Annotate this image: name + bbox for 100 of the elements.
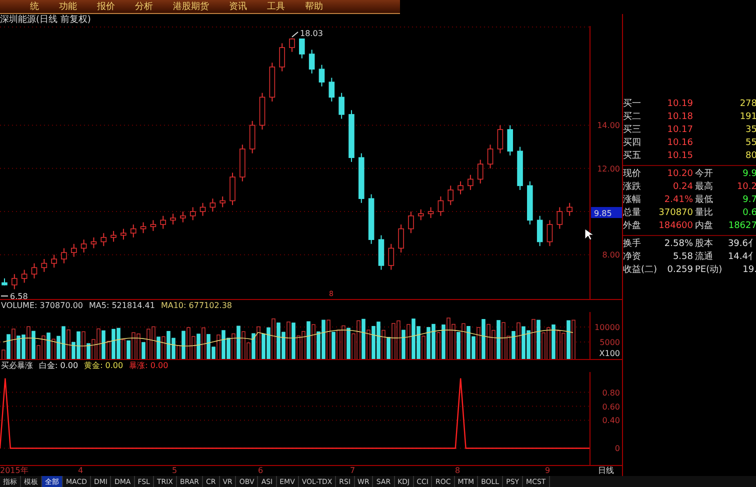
bid-volume: 35 <box>744 124 756 137</box>
current-price-tag: 9.85 <box>591 207 622 218</box>
volume-reading: MA10: 677102.38 <box>160 300 232 312</box>
stat-label: 最高 <box>694 181 714 194</box>
candlestick <box>31 262 38 279</box>
candlestick <box>220 196 226 208</box>
menu-item[interactable]: 资讯 <box>229 0 247 12</box>
stat-value: 14.4亻 <box>726 251 756 264</box>
menu-item[interactable]: 功能 <box>59 0 77 12</box>
candlestick <box>80 239 87 254</box>
candlestick <box>428 206 434 219</box>
candlestick <box>200 202 206 216</box>
stat-value: 18627 <box>727 220 756 233</box>
stat-label: 内盘 <box>694 220 714 233</box>
candlestick <box>279 42 285 72</box>
date-label: 4 <box>78 466 84 475</box>
stat-label: 涨幅 <box>623 194 642 207</box>
candlestick <box>546 220 553 247</box>
candlestick <box>110 230 116 242</box>
candlestick <box>210 198 216 212</box>
bid-label: 买四 <box>623 137 642 150</box>
chart-title: 深圳能源(日线 前复权) <box>0 14 92 26</box>
candlestick <box>527 180 533 225</box>
candlestick <box>408 211 414 234</box>
candlestick <box>487 144 494 169</box>
axis-label: 14.00 <box>597 121 620 130</box>
stat-label: 收益(二) <box>623 264 658 277</box>
stat-value: 10.2 <box>736 181 756 194</box>
menu-item[interactable]: 统 <box>30 0 39 12</box>
candlestick <box>418 208 424 221</box>
candlestick <box>150 220 156 232</box>
stat-value: 9.9 <box>742 168 756 181</box>
candlestick <box>249 120 256 154</box>
candlestick <box>566 202 572 216</box>
stat-label: 总量 <box>623 207 642 220</box>
axis-label: 5000 <box>600 338 620 347</box>
axis-label: 10000 <box>594 323 620 332</box>
candlestick <box>338 92 344 120</box>
menu-item[interactable]: 分析 <box>135 0 153 12</box>
stat-label: 股本 <box>694 238 714 251</box>
stat-label: 今开 <box>694 168 714 181</box>
candlestick <box>240 144 246 182</box>
candlestick <box>556 206 563 230</box>
candlestick <box>299 38 305 59</box>
stat-value: 2.41% <box>663 194 693 207</box>
stat-label: PE(动) <box>694 264 722 277</box>
stat-value: 0.259 <box>666 264 693 277</box>
period-label: 日线 <box>598 466 614 475</box>
candlestick <box>448 185 454 206</box>
candlestick <box>180 211 186 223</box>
stat-value: 19. <box>742 264 756 277</box>
volume-reading: MA5: 521814.41 <box>89 300 155 312</box>
candlestick <box>368 194 374 244</box>
axis-label: 0 <box>614 444 620 454</box>
date-label: 2015年 <box>0 466 28 475</box>
stat-value: 2.58% <box>663 238 693 251</box>
axis-label: 0.80 <box>602 388 620 398</box>
candlestick <box>12 274 18 290</box>
stat-label: 涨跌 <box>623 181 642 194</box>
candlestick <box>90 236 97 249</box>
menu-item[interactable]: 工具 <box>267 0 285 12</box>
bid-price: 10.19 <box>666 98 693 111</box>
candlestick <box>120 228 126 240</box>
candlestick <box>61 248 67 264</box>
stat-value: 0.24 <box>672 181 693 194</box>
date-label: 5 <box>172 466 178 475</box>
candlestick <box>41 258 48 272</box>
menu-item[interactable]: 港股期货 <box>173 0 209 12</box>
candlestick <box>100 232 107 247</box>
date-label: 9 <box>545 466 550 475</box>
bid-price: 10.18 <box>666 111 693 124</box>
stat-value: 5.58 <box>672 251 693 264</box>
stat-value: 39.6亻 <box>726 238 756 251</box>
stat-label: 净资 <box>623 251 642 264</box>
menu-item[interactable]: 报价 <box>97 0 115 12</box>
date-label: 8 <box>455 466 460 475</box>
candlestick <box>517 146 523 190</box>
candlestick <box>507 124 513 156</box>
candlestick <box>289 38 295 52</box>
low-price-label: 6.58 <box>0 292 28 300</box>
high-price-label: 18.03 <box>292 29 323 38</box>
indicator-reading: 暴涨: 0.00 <box>129 360 168 372</box>
candlestick <box>328 77 335 102</box>
cursor-icon <box>584 228 594 240</box>
candlestick <box>160 215 166 230</box>
candlestick <box>21 269 28 284</box>
date-label: 6 <box>258 466 264 475</box>
stat-value: 9.7 <box>742 194 756 207</box>
candlestick <box>468 174 474 190</box>
bid-volume: 278 <box>738 98 756 111</box>
candlestick <box>269 62 276 102</box>
stat-value: 370870 <box>658 207 693 220</box>
axis-label: 12.00 <box>597 164 620 174</box>
candlestick <box>71 243 77 258</box>
bid-label: 买五 <box>623 150 642 163</box>
candlestick <box>259 92 266 130</box>
candlestick <box>190 206 196 221</box>
candlestick <box>378 234 384 270</box>
menu-item[interactable]: 帮助 <box>305 0 323 12</box>
stat-label: 流通 <box>694 251 714 264</box>
